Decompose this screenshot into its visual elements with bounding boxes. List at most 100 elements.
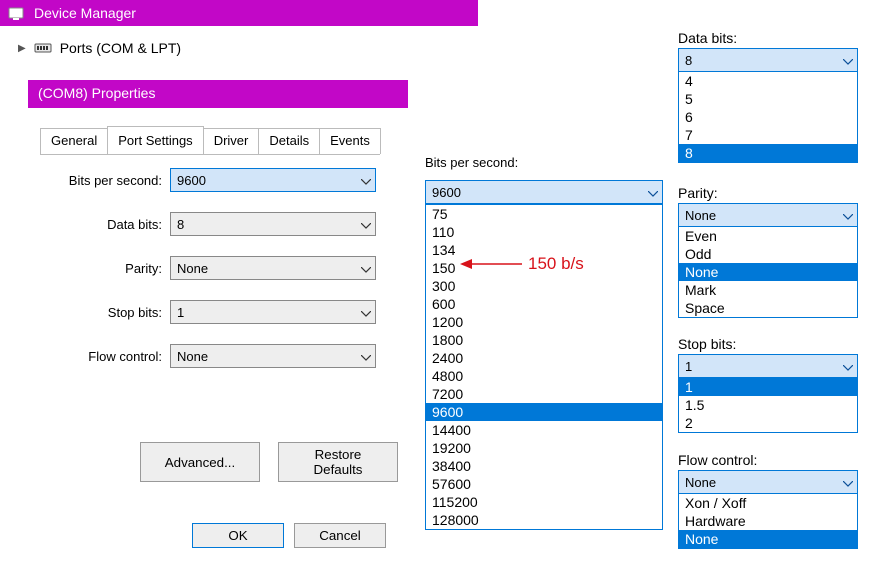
- list-option[interactable]: 1.5: [679, 396, 857, 414]
- databits-combo-value: 8: [177, 217, 184, 232]
- databits-dd-value: 8: [685, 53, 692, 68]
- stopbits-combo[interactable]: 1: [170, 300, 376, 324]
- bps-label: Bits per second:: [40, 173, 170, 188]
- list-option[interactable]: Odd: [679, 245, 857, 263]
- tab-events[interactable]: Events: [319, 128, 381, 154]
- chevron-down-icon: [361, 349, 371, 364]
- list-option[interactable]: 600: [426, 295, 662, 313]
- port-icon: [34, 40, 52, 56]
- databits-label: Data bits:: [40, 217, 170, 232]
- list-option[interactable]: Mark: [679, 281, 857, 299]
- flow-dd-list[interactable]: Xon / XoffHardwareNone: [678, 494, 858, 549]
- stopbits-combo-value: 1: [177, 305, 184, 320]
- advanced-button[interactable]: Advanced...: [140, 442, 260, 482]
- device-manager-title-bar: Device Manager: [0, 0, 478, 26]
- tree-item-label: Ports (COM & LPT): [60, 40, 181, 56]
- parity-dd-label: Parity:: [678, 185, 858, 201]
- list-option[interactable]: 1: [679, 378, 857, 396]
- list-option[interactable]: 9600: [426, 403, 662, 421]
- chevron-down-icon: [843, 208, 853, 223]
- list-option[interactable]: 2400: [426, 349, 662, 367]
- list-option[interactable]: 19200: [426, 439, 662, 457]
- tab-port-settings[interactable]: Port Settings: [107, 126, 203, 152]
- list-option[interactable]: 115200: [426, 493, 662, 511]
- flow-combo[interactable]: None: [170, 344, 376, 368]
- list-option[interactable]: 5: [679, 90, 857, 108]
- list-option[interactable]: Xon / Xoff: [679, 494, 857, 512]
- list-option[interactable]: 2: [679, 414, 857, 432]
- databits-dropdown-block: Data bits: 8 45678: [678, 30, 858, 163]
- chevron-down-icon: [648, 185, 658, 200]
- list-option[interactable]: 57600: [426, 475, 662, 493]
- chevron-down-icon: [361, 261, 371, 276]
- list-option[interactable]: 4800: [426, 367, 662, 385]
- device-manager-title: Device Manager: [34, 5, 136, 21]
- list-option[interactable]: 8: [679, 144, 857, 162]
- cancel-button[interactable]: Cancel: [294, 523, 386, 548]
- list-option[interactable]: Space: [679, 299, 857, 317]
- form-button-row: Advanced... Restore Defaults: [140, 442, 398, 482]
- list-option[interactable]: 38400: [426, 457, 662, 475]
- flow-dd-combo[interactable]: None: [678, 470, 858, 494]
- databits-dd-combo[interactable]: 8: [678, 48, 858, 72]
- stopbits-dd-list[interactable]: 11.52: [678, 378, 858, 433]
- list-option[interactable]: 1800: [426, 331, 662, 349]
- flow-dd-label: Flow control:: [678, 452, 858, 468]
- list-option[interactable]: None: [679, 530, 857, 548]
- list-option[interactable]: 4: [679, 72, 857, 90]
- stopbits-dd-label: Stop bits:: [678, 336, 858, 352]
- databits-combo[interactable]: 8: [170, 212, 376, 236]
- stopbits-dropdown-block: Stop bits: 1 11.52: [678, 336, 858, 433]
- restore-defaults-button[interactable]: Restore Defaults: [278, 442, 398, 482]
- parity-dd-list[interactable]: EvenOddNoneMarkSpace: [678, 227, 858, 318]
- chevron-down-icon: [361, 173, 371, 188]
- properties-tabs: GeneralPort SettingsDriverDetailsEvents: [40, 128, 380, 155]
- list-option[interactable]: 6: [679, 108, 857, 126]
- stopbits-dd-combo[interactable]: 1: [678, 354, 858, 378]
- properties-title: (COM8) Properties: [38, 85, 155, 101]
- chevron-down-icon: [361, 217, 371, 232]
- list-option[interactable]: 1200: [426, 313, 662, 331]
- list-option[interactable]: None: [679, 263, 857, 281]
- bps-dropdown-combo[interactable]: 9600: [425, 180, 663, 204]
- chevron-down-icon: [843, 359, 853, 374]
- annotation-arrow: 150 b/s: [460, 254, 584, 274]
- list-option[interactable]: 14400: [426, 421, 662, 439]
- list-option[interactable]: 7: [679, 126, 857, 144]
- chevron-right-icon[interactable]: ▶: [18, 43, 26, 54]
- bps-dropdown-value: 9600: [432, 185, 461, 200]
- bps-dropdown-list[interactable]: 7511013415030060012001800240048007200960…: [425, 204, 663, 530]
- parity-dropdown-block: Parity: None EvenOddNoneMarkSpace: [678, 185, 858, 318]
- parity-dd-value: None: [685, 208, 716, 223]
- list-option[interactable]: Hardware: [679, 512, 857, 530]
- parity-label: Parity:: [40, 261, 170, 276]
- parity-dd-combo[interactable]: None: [678, 203, 858, 227]
- databits-dd-list[interactable]: 45678: [678, 72, 858, 163]
- dialog-buttons: OK Cancel: [182, 523, 386, 548]
- parity-combo-value: None: [177, 261, 208, 276]
- list-option[interactable]: 110: [426, 223, 662, 241]
- list-option[interactable]: 7200: [426, 385, 662, 403]
- list-option[interactable]: 300: [426, 277, 662, 295]
- tab-driver[interactable]: Driver: [203, 128, 260, 154]
- flow-dd-value: None: [685, 475, 716, 490]
- flow-combo-value: None: [177, 349, 208, 364]
- ok-button[interactable]: OK: [192, 523, 284, 548]
- tab-details[interactable]: Details: [258, 128, 320, 154]
- stopbits-dd-value: 1: [685, 359, 692, 374]
- bps-dropdown-label: Bits per second:: [425, 155, 518, 170]
- chevron-down-icon: [843, 53, 853, 68]
- list-option[interactable]: 128000: [426, 511, 662, 529]
- flow-label: Flow control:: [40, 349, 170, 364]
- port-settings-form: Bits per second: 9600 Data bits: 8 Parit…: [40, 168, 390, 388]
- chevron-down-icon: [843, 475, 853, 490]
- tree-item-ports[interactable]: ▶ Ports (COM & LPT): [18, 40, 181, 56]
- bps-combo[interactable]: 9600: [170, 168, 376, 192]
- list-option[interactable]: Even: [679, 227, 857, 245]
- databits-dd-label: Data bits:: [678, 30, 858, 46]
- parity-combo[interactable]: None: [170, 256, 376, 280]
- list-option[interactable]: 75: [426, 205, 662, 223]
- stopbits-label: Stop bits:: [40, 305, 170, 320]
- tab-general[interactable]: General: [40, 128, 108, 154]
- device-manager-icon: [8, 5, 24, 21]
